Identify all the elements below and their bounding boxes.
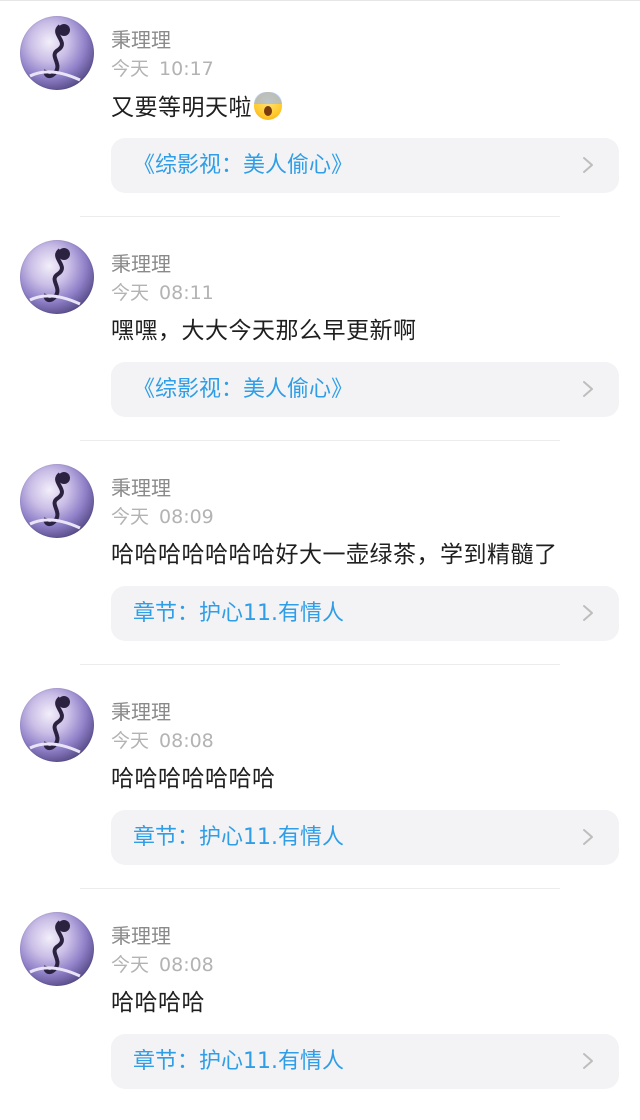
timestamp-time: 08:11	[159, 282, 214, 304]
username[interactable]: 秉理理	[111, 28, 171, 52]
timestamp-time: 08:09	[159, 506, 214, 528]
username[interactable]: 秉理理	[111, 700, 171, 724]
screaming-face-emoji-icon	[254, 92, 282, 120]
timestamp-date: 今天	[111, 282, 150, 304]
chevron-right-icon	[583, 605, 593, 621]
divider	[80, 440, 560, 441]
comment-item: 秉理理 今天 08:08 哈哈哈哈 章节：护心11.有情人	[0, 896, 640, 1120]
timestamp-time: 10:17	[159, 58, 214, 80]
timestamp: 今天 08:08	[111, 953, 214, 977]
divider	[80, 216, 560, 217]
comment-text: 哈哈哈哈	[111, 990, 205, 1016]
username[interactable]: 秉理理	[111, 476, 171, 500]
chevron-right-icon	[583, 381, 593, 397]
chevron-right-icon	[583, 157, 593, 173]
comment-text: 哈哈哈哈哈哈哈好大一壶绿茶，学到精髓了	[111, 542, 558, 568]
comment-text-body: 又要等明天啦	[111, 95, 252, 121]
chapter-link-label: 章节：护心11.有情人	[133, 601, 344, 626]
chapter-link-card[interactable]: 章节：护心11.有情人	[111, 586, 619, 641]
timestamp-date: 今天	[111, 506, 150, 528]
timestamp: 今天 10:17	[111, 57, 214, 81]
chapter-link-card[interactable]: 章节：护心11.有情人	[111, 810, 619, 865]
avatar[interactable]	[20, 688, 94, 762]
comment-text: 哈哈哈哈哈哈哈	[111, 766, 276, 792]
chapter-link-label: 章节：护心11.有情人	[133, 1049, 344, 1074]
work-link-card[interactable]: 《综影视：美人偷心》	[111, 138, 619, 193]
comment-item: 秉理理 今天 08:11 嘿嘿，大大今天那么早更新啊 《综影视：美人偷心》	[0, 224, 640, 448]
avatar-illustration-icon	[29, 472, 81, 530]
divider	[80, 664, 560, 665]
timestamp: 今天 08:11	[111, 281, 214, 305]
work-link-label: 《综影视：美人偷心》	[133, 377, 354, 402]
avatar[interactable]	[20, 912, 94, 986]
avatar-illustration-icon	[29, 920, 81, 978]
comment-text: 嘿嘿，大大今天那么早更新啊	[111, 318, 417, 344]
comment-item: 秉理理 今天 10:17 又要等明天啦 《综影视：美人偷心》	[0, 0, 640, 224]
timestamp-date: 今天	[111, 954, 150, 976]
comment-item: 秉理理 今天 08:09 哈哈哈哈哈哈哈好大一壶绿茶，学到精髓了 章节：护心11.…	[0, 448, 640, 672]
divider	[80, 888, 560, 889]
timestamp-date: 今天	[111, 730, 150, 752]
work-link-card[interactable]: 《综影视：美人偷心》	[111, 362, 619, 417]
comment-feed: 秉理理 今天 10:17 又要等明天啦 《综影视：美人偷心》 秉理理 今天 08:1…	[0, 0, 640, 1100]
chapter-link-label: 章节：护心11.有情人	[133, 825, 344, 850]
timestamp-date: 今天	[111, 58, 150, 80]
avatar[interactable]	[20, 464, 94, 538]
username[interactable]: 秉理理	[111, 924, 171, 948]
avatar-illustration-icon	[29, 24, 81, 82]
avatar[interactable]	[20, 240, 94, 314]
timestamp-time: 08:08	[159, 730, 214, 752]
timestamp-time: 08:08	[159, 954, 214, 976]
comment-item: 秉理理 今天 08:08 哈哈哈哈哈哈哈 章节：护心11.有情人	[0, 672, 640, 896]
comment-text: 又要等明天啦	[111, 92, 282, 123]
avatar[interactable]	[20, 16, 94, 90]
chapter-link-card[interactable]: 章节：护心11.有情人	[111, 1034, 619, 1089]
username[interactable]: 秉理理	[111, 252, 171, 276]
timestamp: 今天 08:08	[111, 729, 214, 753]
chevron-right-icon	[583, 829, 593, 845]
chevron-right-icon	[583, 1053, 593, 1069]
avatar-illustration-icon	[29, 696, 81, 754]
avatar-illustration-icon	[29, 248, 81, 306]
timestamp: 今天 08:09	[111, 505, 214, 529]
work-link-label: 《综影视：美人偷心》	[133, 153, 354, 178]
